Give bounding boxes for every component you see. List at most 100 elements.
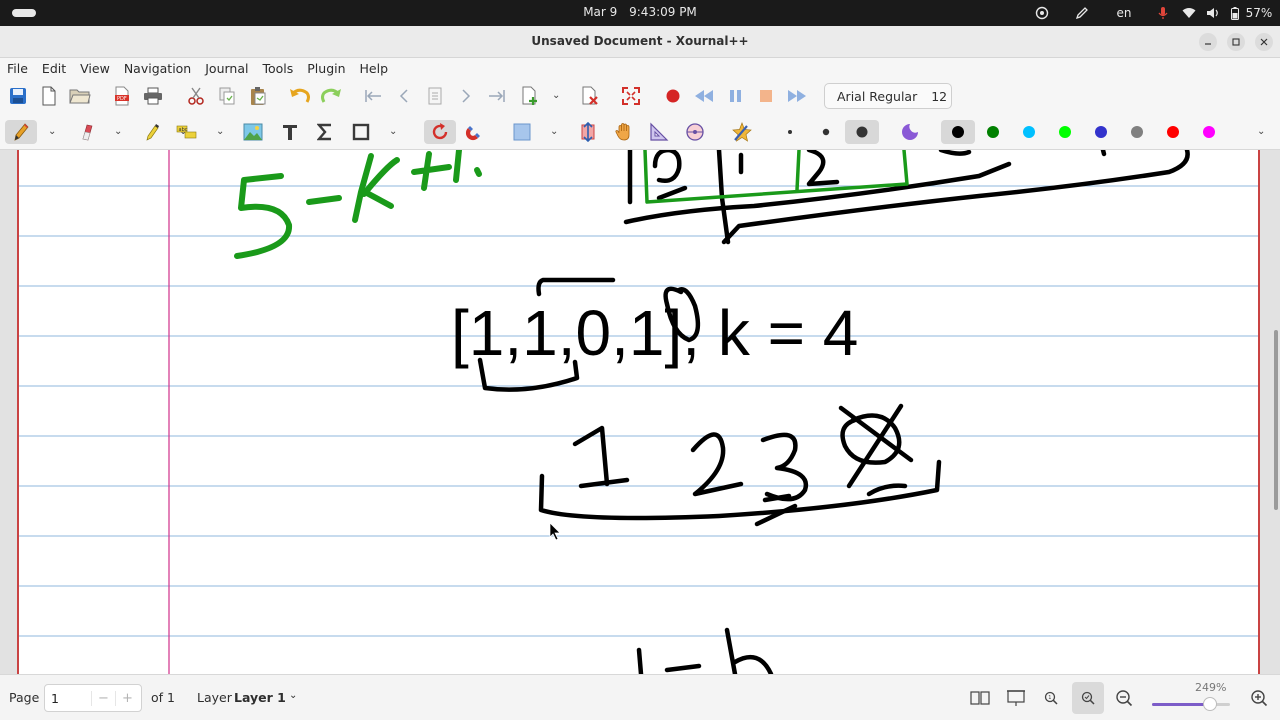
tools-toolbar: ⌄ ⌄ ⌄ abc ⌄ ⌄ ⌄ — [0, 114, 1280, 150]
color-palette-dropdown-icon[interactable]: ⌄ — [1257, 126, 1265, 137]
document-canvas[interactable]: [1,1,0,1], k = 4 — [0, 150, 1280, 674]
shape-options-dropdown-icon[interactable]: ⌄ — [389, 126, 397, 137]
zoom-out-icon[interactable] — [1110, 684, 1138, 712]
battery-icon[interactable] — [1228, 4, 1242, 22]
rewind-audio-icon[interactable] — [691, 84, 717, 108]
swatch-green-circle — [987, 126, 999, 138]
select-options-dropdown-icon[interactable]: ⌄ — [216, 126, 224, 137]
save-button[interactable] — [5, 84, 31, 108]
zoom-in-icon[interactable] — [1245, 684, 1273, 712]
presentation-mode-icon[interactable] — [1002, 684, 1030, 712]
first-page-icon[interactable] — [360, 84, 386, 108]
goto-page-icon[interactable] — [422, 84, 448, 108]
new-document-button[interactable] — [36, 84, 62, 108]
zoom-fit-icon[interactable]: 1 — [1037, 684, 1065, 712]
font-selector-button[interactable]: Arial Regular 12 — [824, 83, 952, 109]
menu-tools[interactable]: Tools — [262, 61, 293, 76]
open-folder-button[interactable] — [67, 84, 93, 108]
color-lime-swatch[interactable] — [1052, 120, 1078, 144]
last-page-icon[interactable] — [484, 84, 510, 108]
pen-options-dropdown-icon[interactable]: ⌄ — [48, 126, 56, 137]
notebook-page[interactable]: [1,1,0,1], k = 4 — [17, 150, 1260, 674]
volume-icon[interactable] — [1204, 4, 1222, 22]
microphone-icon[interactable] — [1154, 4, 1172, 22]
fill-tool-button[interactable] — [897, 120, 923, 144]
thick-stroke-button[interactable] — [845, 120, 879, 144]
color-gray-swatch[interactable] — [1124, 120, 1150, 144]
medium-stroke-button[interactable] — [813, 120, 839, 144]
typed-array-text[interactable]: [1,1,0,1], k = 4 — [451, 297, 858, 369]
language-indicator[interactable]: en — [1112, 4, 1136, 22]
copy-button[interactable] — [214, 84, 240, 108]
undo-button[interactable] — [287, 84, 313, 108]
color-cyan-swatch[interactable] — [1016, 120, 1042, 144]
two-page-view-icon[interactable] — [966, 684, 994, 712]
pause-audio-icon[interactable] — [722, 84, 748, 108]
forward-audio-icon[interactable] — [784, 84, 810, 108]
page-spinner[interactable]: − + — [44, 684, 142, 712]
window-title-bar[interactable]: Unsaved Document - Xournal++ — [0, 26, 1280, 58]
menu-edit[interactable]: Edit — [42, 61, 66, 76]
menu-view[interactable]: View — [80, 61, 110, 76]
color-red-swatch[interactable] — [1160, 120, 1186, 144]
previous-page-icon[interactable] — [391, 84, 417, 108]
menu-journal[interactable]: Journal — [205, 61, 248, 76]
highlighter-tool-button[interactable] — [139, 120, 165, 144]
wifi-icon[interactable] — [1180, 4, 1198, 22]
zoom-slider[interactable] — [1152, 697, 1230, 711]
system-top-bar: Mar 9 9:43:09 PM en 57% — [0, 0, 1280, 26]
compass-tool-button[interactable] — [682, 120, 708, 144]
zoom-fit-width-icon[interactable] — [1072, 682, 1104, 714]
eraser-options-dropdown-icon[interactable]: ⌄ — [114, 126, 122, 137]
menu-plugin[interactable]: Plugin — [307, 61, 345, 76]
fullscreen-icon[interactable] — [618, 84, 644, 108]
cut-button[interactable] — [183, 84, 209, 108]
setsquare-tool-button[interactable] — [646, 120, 672, 144]
eraser-tool-button[interactable] — [74, 120, 100, 144]
vertical-scrollbar[interactable] — [1274, 330, 1278, 510]
pen-indicator-icon[interactable] — [1072, 4, 1092, 22]
text-tool-button[interactable] — [277, 120, 303, 144]
maximize-button[interactable] — [1227, 33, 1245, 51]
snap-magnet-icon[interactable] — [461, 120, 487, 144]
screen-recorder-icon[interactable] — [1032, 4, 1052, 22]
export-pdf-button[interactable]: PDF — [109, 84, 135, 108]
paste-button[interactable] — [245, 84, 271, 108]
next-page-icon[interactable] — [453, 84, 479, 108]
hand-tool-button[interactable] — [611, 120, 637, 144]
favorite-tools-star-icon[interactable] — [729, 120, 755, 144]
color-magenta-swatch[interactable] — [1196, 120, 1222, 144]
minimize-button[interactable] — [1199, 33, 1217, 51]
page-number-input[interactable] — [51, 690, 91, 706]
shape-tool-button[interactable] — [348, 120, 374, 144]
page-drawing[interactable]: [1,1,0,1], k = 4 — [19, 150, 1258, 674]
delete-page-icon[interactable] — [577, 84, 603, 108]
close-button[interactable] — [1255, 33, 1273, 51]
zoom-slider-handle[interactable] — [1202, 697, 1217, 711]
record-audio-button[interactable] — [660, 84, 686, 108]
layer-selector[interactable]: Layer 1 — [234, 690, 286, 705]
color-blue-swatch[interactable] — [1088, 120, 1114, 144]
insert-page-icon[interactable] — [517, 84, 543, 108]
vertical-space-tool-button[interactable] — [575, 120, 601, 144]
page-increment-button[interactable]: + — [115, 690, 139, 706]
menu-navigation[interactable]: Navigation — [124, 61, 191, 76]
print-button[interactable] — [140, 84, 166, 108]
color-green-swatch[interactable] — [980, 120, 1006, 144]
color-black-swatch[interactable] — [941, 120, 975, 144]
thin-stroke-button[interactable] — [777, 120, 803, 144]
select-rectangle-tool-button[interactable] — [509, 120, 535, 144]
stop-audio-icon[interactable] — [753, 84, 779, 108]
layer-dropdown-icon[interactable]: ⌄ — [289, 690, 297, 701]
insert-page-dropdown-icon[interactable]: ⌄ — [552, 90, 560, 101]
selection-options-dropdown-icon[interactable]: ⌄ — [550, 126, 558, 137]
math-tex-tool-button[interactable] — [312, 120, 338, 144]
text-recognition-icon[interactable]: abc — [174, 120, 200, 144]
pen-tool-button[interactable] — [5, 120, 37, 144]
page-decrement-button[interactable]: − — [91, 690, 115, 706]
shape-recognizer-button[interactable] — [424, 120, 456, 144]
redo-button[interactable] — [318, 84, 344, 108]
menu-file[interactable]: File — [7, 61, 28, 76]
image-tool-button[interactable] — [240, 120, 266, 144]
menu-help[interactable]: Help — [360, 61, 389, 76]
